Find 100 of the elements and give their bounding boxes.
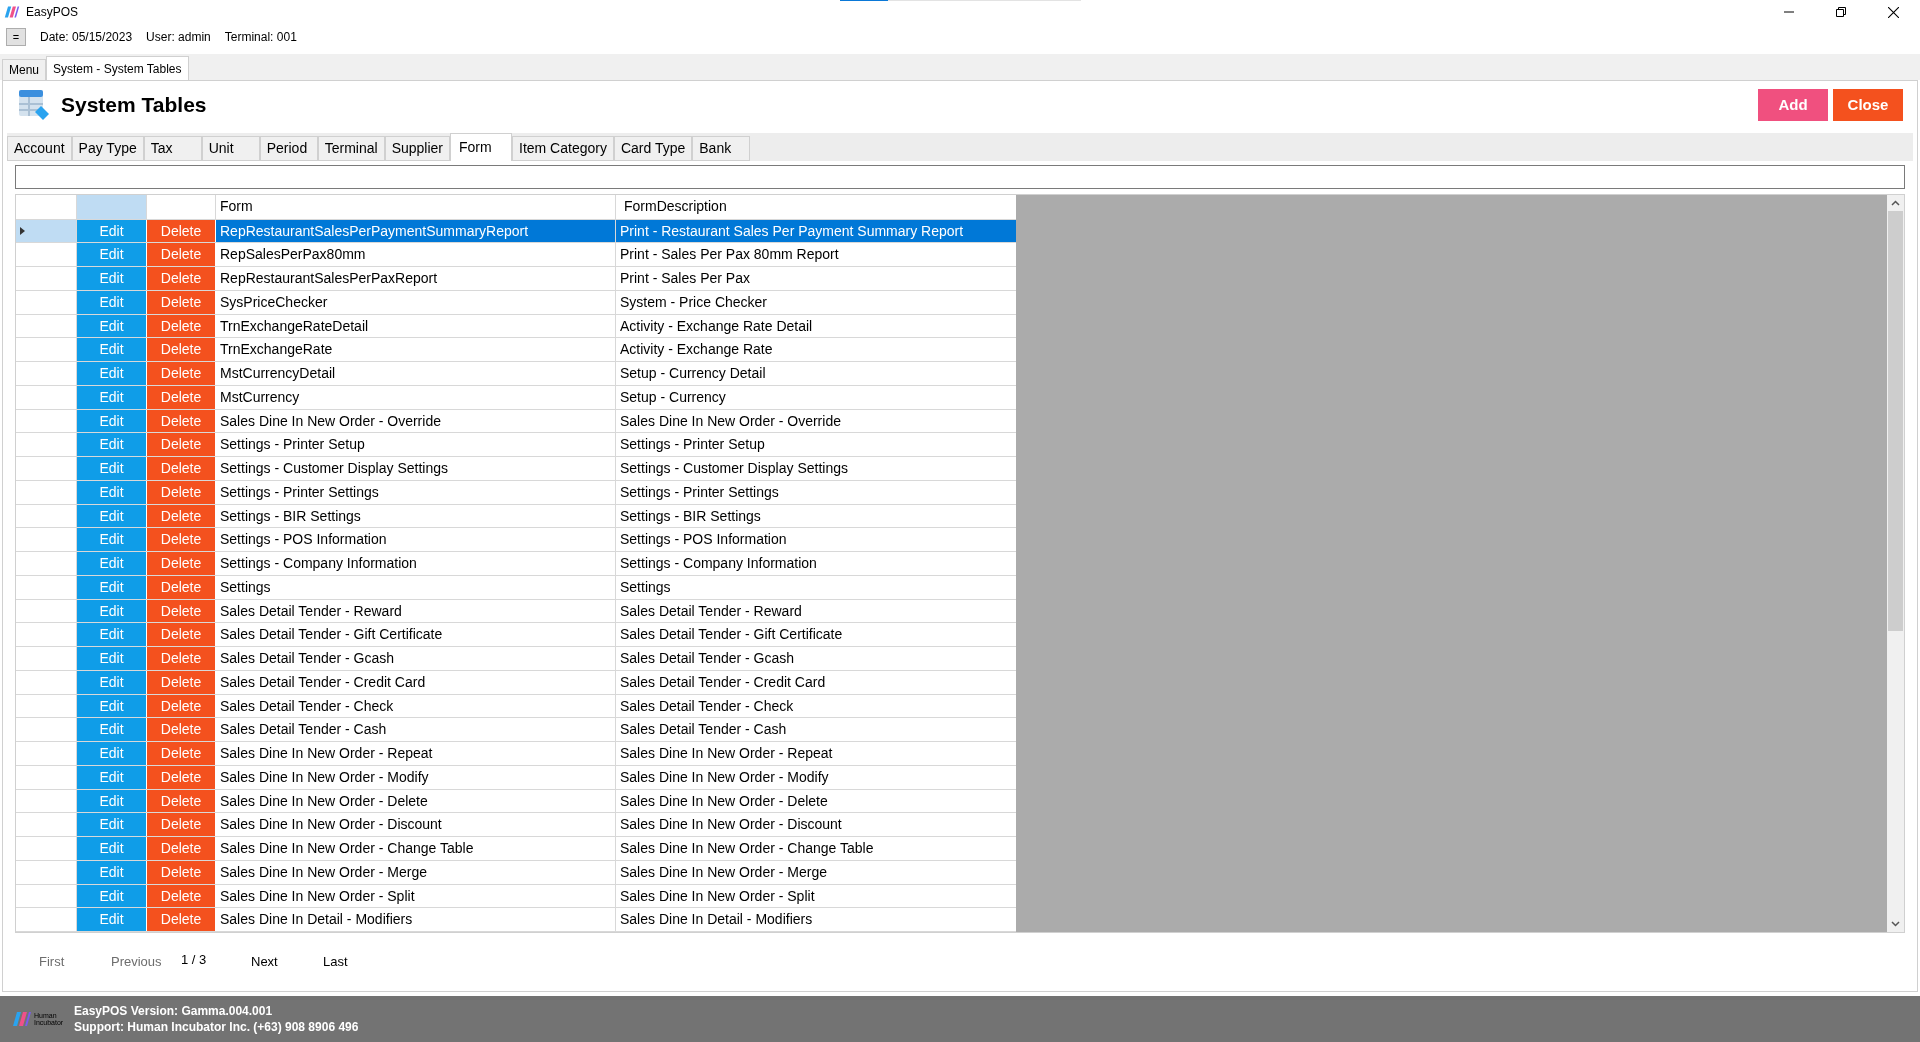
- table-tab[interactable]: Account: [7, 136, 72, 161]
- edit-button[interactable]: Edit: [77, 291, 147, 314]
- edit-button[interactable]: Edit: [77, 576, 147, 599]
- delete-button[interactable]: Delete: [147, 694, 216, 718]
- chevron-up-icon[interactable]: [1891, 200, 1900, 206]
- edit-button[interactable]: Edit: [77, 338, 147, 362]
- column-header[interactable]: FormDescription: [616, 195, 1016, 219]
- table-tab[interactable]: Supplier: [384, 136, 450, 161]
- edit-button[interactable]: Edit: [77, 694, 147, 718]
- table-cell-text: Setup - Currency Detail: [619, 364, 767, 384]
- edit-button[interactable]: Edit: [77, 386, 147, 409]
- search-field[interactable]: [15, 165, 1905, 189]
- menu-button[interactable]: =: [6, 28, 26, 46]
- edit-button[interactable]: Edit: [77, 528, 147, 552]
- edit-button[interactable]: Edit: [77, 789, 147, 813]
- edit-button[interactable]: Edit: [77, 647, 147, 670]
- edit-button[interactable]: Edit: [77, 623, 147, 647]
- table-cell: MstCurrency: [216, 386, 616, 409]
- scrollbar-thumb[interactable]: [1888, 211, 1903, 631]
- delete-button[interactable]: Delete: [147, 433, 216, 457]
- delete-button[interactable]: Delete: [147, 861, 216, 884]
- table-cell: TrnExchangeRate: [216, 338, 616, 362]
- delete-button[interactable]: Delete: [147, 718, 216, 742]
- edit-button[interactable]: Edit: [77, 362, 147, 385]
- table-cell: TrnExchangeRateDetail: [216, 314, 616, 338]
- edit-button[interactable]: Edit: [77, 243, 147, 267]
- current-row-icon: [20, 227, 25, 236]
- delete-button[interactable]: Delete: [147, 457, 216, 480]
- edit-button[interactable]: Edit: [77, 267, 147, 290]
- table-cell: Sales Dine In Detail - Modifiers: [216, 908, 616, 932]
- delete-button[interactable]: Delete: [147, 314, 216, 338]
- delete-button[interactable]: Delete: [147, 267, 216, 290]
- delete-button[interactable]: Delete: [147, 481, 216, 504]
- table-tab[interactable]: Card Type: [613, 136, 693, 161]
- table-cell: Settings: [216, 576, 616, 599]
- delete-button[interactable]: Delete: [147, 409, 216, 433]
- table-cell: Sales Detail Tender - Reward: [216, 599, 616, 623]
- edit-button[interactable]: Edit: [77, 837, 147, 860]
- delete-button[interactable]: Delete: [147, 552, 216, 575]
- table-cell-text: Sales Detail Tender - Credit Card: [619, 672, 827, 692]
- edit-button[interactable]: Edit: [77, 766, 147, 789]
- close-button[interactable]: Close: [1833, 89, 1903, 121]
- table-cell-text: Sales Detail Tender - Reward: [619, 601, 803, 621]
- edit-button[interactable]: Edit: [77, 409, 147, 433]
- delete-button[interactable]: Delete: [147, 623, 216, 647]
- table-cell: Sales Dine In New Order - Merge: [216, 861, 616, 884]
- table-tab[interactable]: Unit: [201, 136, 260, 161]
- delete-button[interactable]: Delete: [147, 338, 216, 362]
- edit-button[interactable]: Edit: [77, 742, 147, 765]
- edit-button[interactable]: Edit: [77, 314, 147, 338]
- edit-button[interactable]: Edit: [77, 504, 147, 528]
- delete-button[interactable]: Delete: [147, 291, 216, 314]
- edit-button[interactable]: Edit: [77, 481, 147, 504]
- edit-button[interactable]: Edit: [77, 861, 147, 884]
- table-tab[interactable]: Period: [259, 136, 318, 161]
- delete-button[interactable]: Delete: [147, 362, 216, 385]
- delete-button[interactable]: Delete: [147, 789, 216, 813]
- edit-button[interactable]: Edit: [77, 671, 147, 694]
- support-text: Support: Human Incubator Inc. (+63) 908 8906 496: [74, 1019, 359, 1035]
- delete-button[interactable]: Delete: [147, 884, 216, 908]
- edit-button[interactable]: Edit: [77, 433, 147, 457]
- chevron-down-icon[interactable]: [1891, 921, 1900, 927]
- delete-button[interactable]: Delete: [147, 219, 216, 243]
- table-cell-text: Settings - Printer Settings: [619, 482, 780, 502]
- pager-button[interactable]: Next: [243, 952, 315, 972]
- delete-button[interactable]: Delete: [147, 671, 216, 694]
- table-cell-text: Settings - BIR Settings: [619, 506, 762, 526]
- table-tab[interactable]: Terminal: [317, 136, 385, 161]
- document-tab[interactable]: System - System Tables: [46, 56, 189, 80]
- delete-button[interactable]: Delete: [147, 837, 216, 860]
- vertical-scrollbar[interactable]: [1887, 195, 1904, 932]
- delete-button[interactable]: Delete: [147, 742, 216, 765]
- table-tab[interactable]: Bank: [692, 136, 751, 161]
- add-button[interactable]: Add: [1758, 89, 1828, 121]
- edit-button[interactable]: Edit: [77, 219, 147, 243]
- edit-button[interactable]: Edit: [77, 884, 147, 908]
- delete-button[interactable]: Delete: [147, 599, 216, 623]
- delete-button[interactable]: Delete: [147, 766, 216, 789]
- delete-button[interactable]: Delete: [147, 504, 216, 528]
- table-cell: Settings - Printer Settings: [216, 481, 616, 504]
- edit-button[interactable]: Edit: [77, 552, 147, 575]
- table-tab[interactable]: Tax: [143, 136, 202, 161]
- edit-button[interactable]: Edit: [77, 718, 147, 742]
- delete-button[interactable]: Delete: [147, 243, 216, 267]
- delete-button[interactable]: Delete: [147, 908, 216, 932]
- table-tab[interactable]: Item Category: [512, 136, 614, 161]
- delete-button[interactable]: Delete: [147, 813, 216, 837]
- edit-button[interactable]: Edit: [77, 457, 147, 480]
- table-tab[interactable]: Pay Type: [71, 136, 144, 161]
- edit-button[interactable]: Edit: [77, 908, 147, 932]
- column-header[interactable]: Form: [216, 195, 616, 219]
- edit-button[interactable]: Edit: [77, 813, 147, 837]
- row-header[interactable]: [16, 219, 77, 243]
- delete-button[interactable]: Delete: [147, 576, 216, 599]
- pager-button[interactable]: Last: [315, 952, 387, 972]
- delete-button[interactable]: Delete: [147, 528, 216, 552]
- edit-button[interactable]: Edit: [77, 599, 147, 623]
- table-tab[interactable]: Form: [450, 133, 512, 161]
- delete-button[interactable]: Delete: [147, 386, 216, 409]
- delete-button[interactable]: Delete: [147, 647, 216, 670]
